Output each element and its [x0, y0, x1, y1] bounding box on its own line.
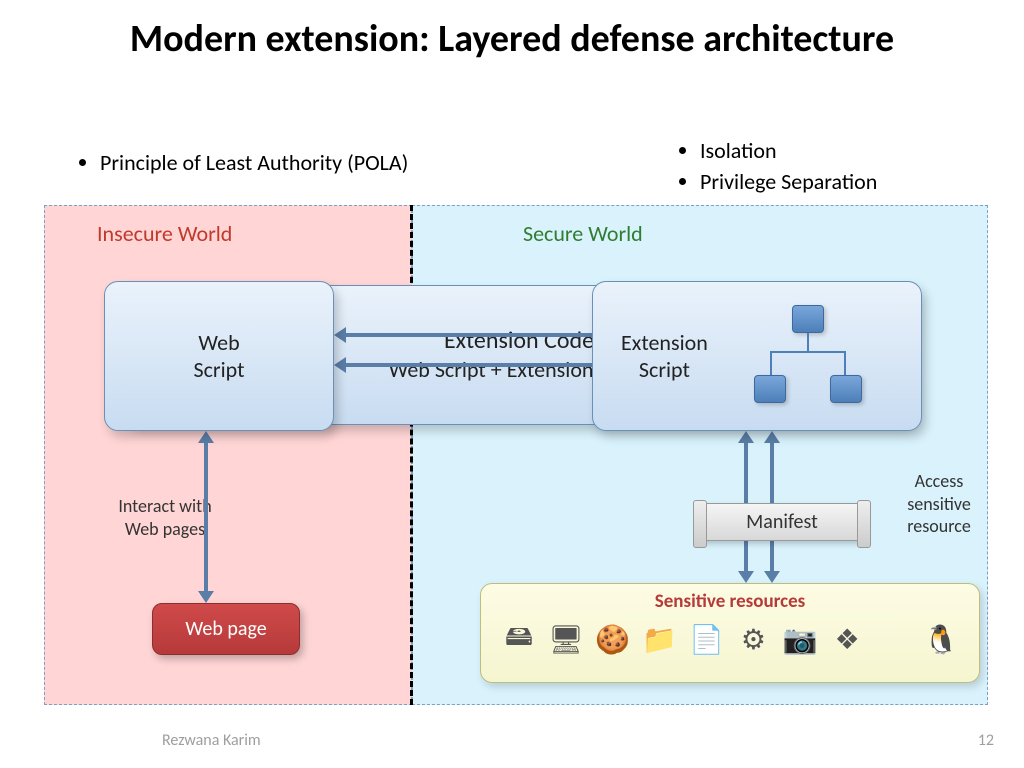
- bullet-isolation: Isolation: [700, 136, 877, 167]
- web-script-box: Web Script: [104, 281, 334, 431]
- world-divider: [410, 205, 413, 705]
- file-icon: 📄: [689, 621, 725, 657]
- core-title: Extension Code: [444, 326, 594, 356]
- manifest-label: Manifest: [746, 510, 818, 534]
- web-page-label: Web page: [185, 617, 266, 641]
- bullet-privsep: Privilege Separation: [700, 167, 877, 198]
- bullet-list-left: Principle of Least Authority (POLA): [80, 148, 408, 179]
- arrow-core-upper: [344, 333, 594, 337]
- access-label: Access sensitive resource: [894, 470, 984, 538]
- web-page-box: Web page: [152, 603, 300, 655]
- slide-title: Modern extension: Layered defense archit…: [0, 0, 1024, 70]
- folder-icon: 📁: [642, 621, 678, 657]
- apple-icon: [876, 621, 912, 657]
- footer-author: Rezwana Karim: [162, 731, 261, 750]
- arrow-core-lower: [344, 363, 594, 367]
- windows-icon: ❖: [829, 621, 865, 657]
- gear-icon: ⚙: [735, 621, 771, 657]
- architecture-diagram: Insecure World Secure World Extension Co…: [44, 205, 988, 705]
- bullet-pola: Principle of Least Authority (POLA): [100, 148, 408, 179]
- linux-tux-icon: 🐧: [923, 621, 959, 657]
- resource-icon-row: 🖴 🖥 🍪 📁 📄 ⚙ 📷 ❖ 🐧: [495, 621, 965, 657]
- extension-script-label: Extension Script: [621, 329, 708, 384]
- extension-script-box: Extension Script: [592, 281, 922, 431]
- insecure-world-label: Insecure World: [97, 220, 232, 247]
- harddrive-icon: 🖴: [501, 621, 537, 657]
- bullet-list-right: Isolation Privilege Separation: [680, 136, 877, 198]
- web-script-label: Web Script: [194, 329, 245, 384]
- secure-world-label: Secure World: [523, 220, 643, 247]
- sensitive-title: Sensitive resources: [495, 590, 965, 613]
- footer-page-number: 12: [978, 731, 994, 750]
- globe-monitor-icon: 🖥: [548, 621, 584, 657]
- sensitive-resources-box: Sensitive resources 🖴 🖥 🍪 📁 📄 ⚙ 📷 ❖ 🐧: [480, 583, 980, 683]
- hierarchy-tree-icon: [748, 301, 868, 411]
- interact-label: Interact with Web pages: [90, 495, 240, 540]
- cookie-icon: 🍪: [595, 621, 631, 657]
- arrow-webscript-webpage: [204, 441, 208, 593]
- camera-icon: 📷: [782, 621, 818, 657]
- manifest-box: Manifest: [700, 503, 864, 541]
